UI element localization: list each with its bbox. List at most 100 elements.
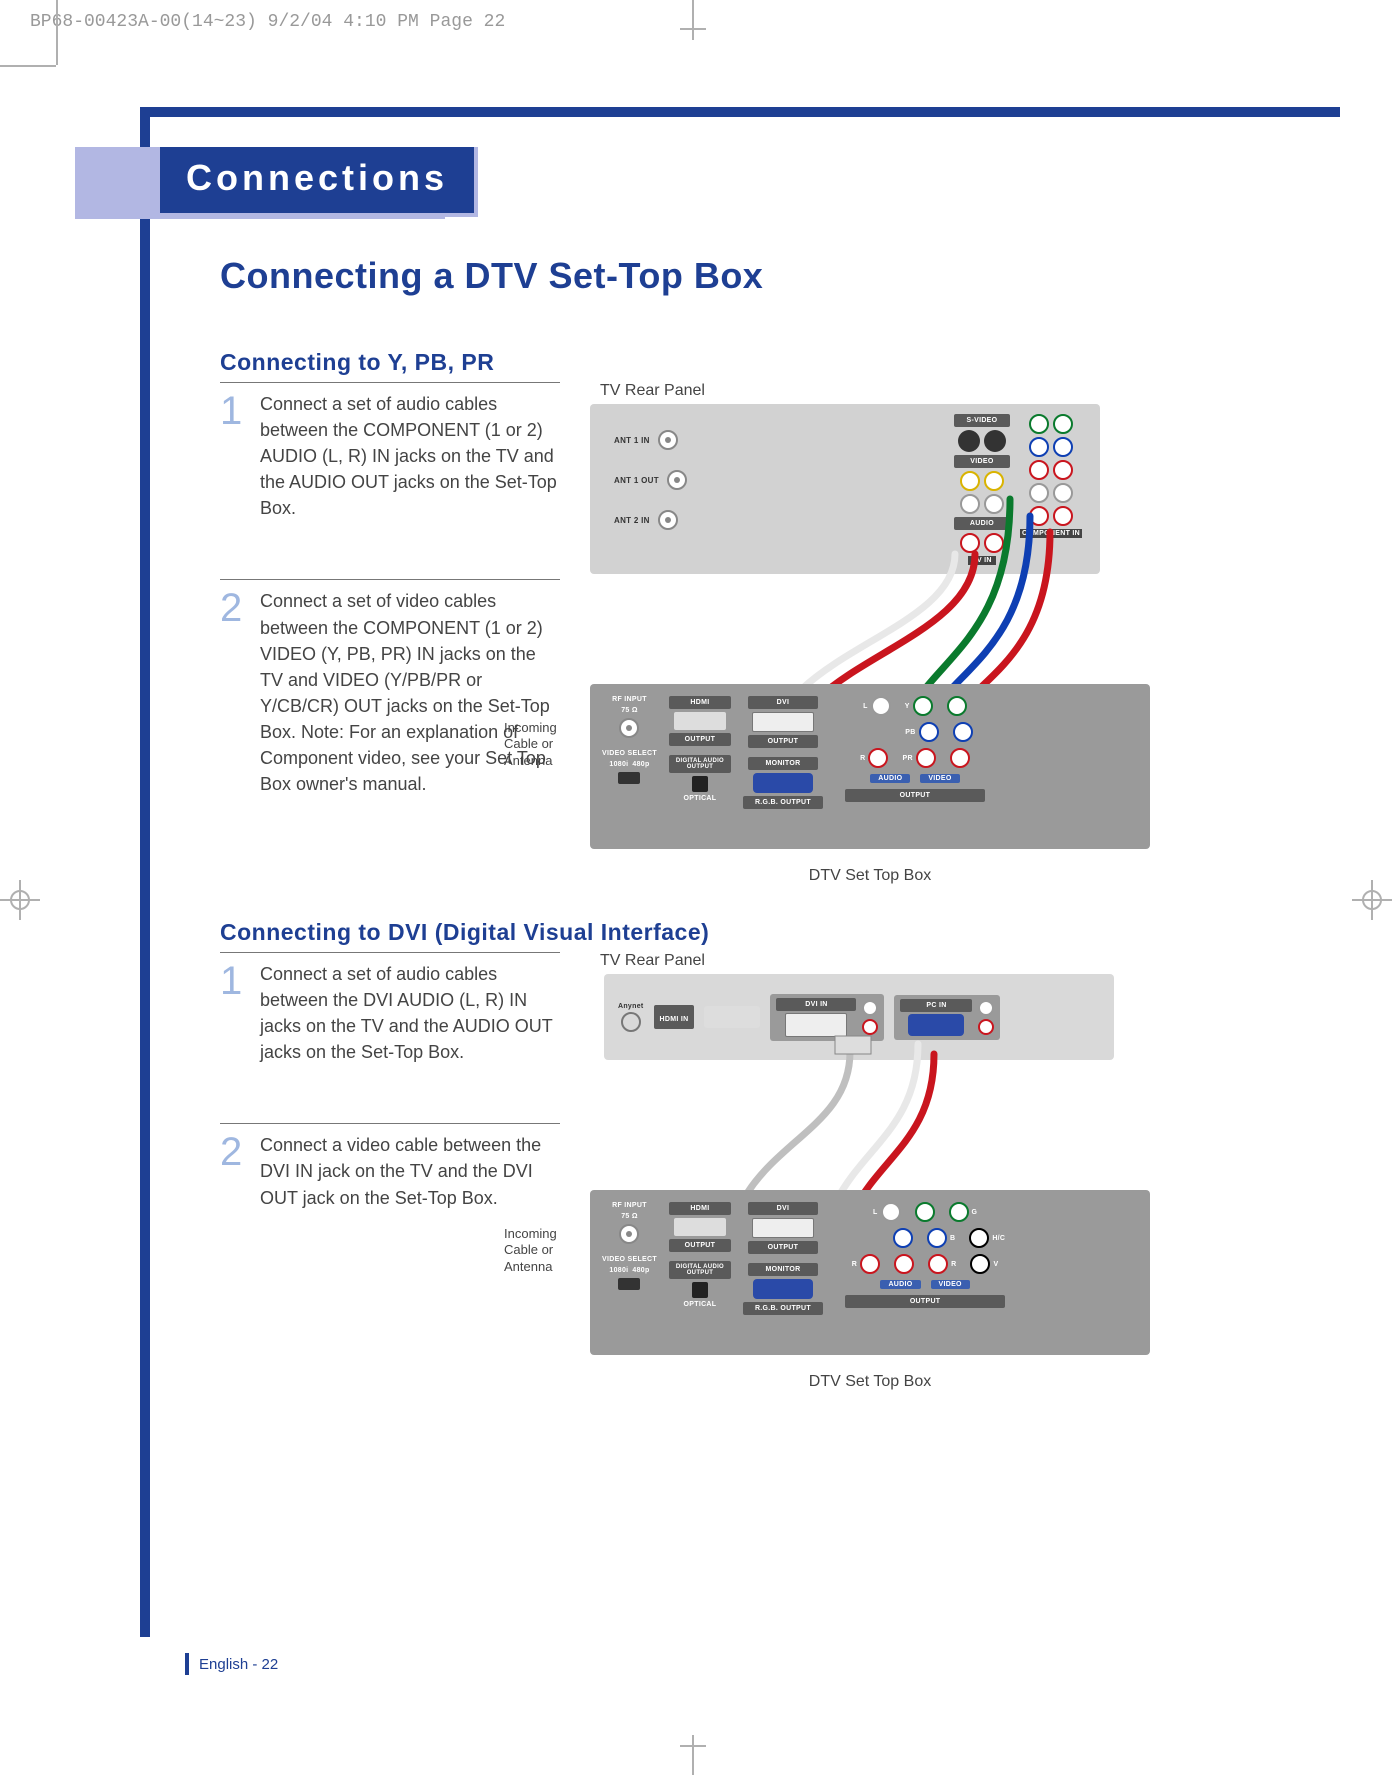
section-tab: Connections [160,147,478,217]
crop-mark-top [680,0,706,42]
stb-audio-l [871,696,891,716]
stb2-g [949,1202,969,1222]
digaud-label-2: DIGITAL AUDIO OUTPUT [669,1261,731,1279]
dvi-label-2: DVI [748,1202,818,1215]
hdmi-port-2 [674,1218,726,1236]
comp-pb-2 [1053,437,1073,457]
page-title: Connecting a DTV Set-Top Box [220,255,1320,297]
stb2-audio-l [881,1202,901,1222]
pc-vga-port [908,1014,964,1036]
dvi-in-group: DVI IN [770,994,884,1041]
stb-r-label: R [860,755,865,762]
comp-y-2 [1053,414,1073,434]
output-label-4: OUTPUT [748,1241,818,1254]
stb-panel-1: Incoming Cable or Antenna RF INPUT 75 Ω … [590,684,1150,849]
subhead-dvi: Connecting to DVI (Digital Visual Interf… [220,919,1320,946]
ant1-label: ANT 1 IN [614,436,650,445]
ant2-jack [658,510,678,530]
comp-r-2 [1053,506,1073,526]
dvi-audio-r [862,1019,878,1035]
incoming-label-2: Incoming Cable or Antenna [504,1226,586,1275]
stb-video-pb [919,722,939,742]
caption-stb-2: DTV Set Top Box [590,1373,1150,1391]
ant1-jack [658,430,678,450]
rgb-label-2: R.G.B. OUTPUT [743,1302,823,1315]
step-4-number: 2 [220,1132,244,1210]
dvi-in-port [785,1013,847,1037]
dvi-port [752,712,814,732]
ant1out-jack [667,470,687,490]
compin-label: COMPONENT IN [1020,529,1082,538]
corner-mark-h [0,65,56,67]
stb2-b [927,1228,947,1248]
av-laudio-1 [960,494,980,514]
step-2: 2 Connect a set of video cables between … [220,579,560,819]
comp-y-1 [1029,414,1049,434]
stb-video-label: VIDEO [920,774,959,783]
footer-bar [185,1653,189,1675]
stb-audio-label: AUDIO [870,774,910,783]
optical-port-2 [692,1282,708,1298]
output-label-2: OUTPUT [748,735,818,748]
ant2-label: ANT 2 IN [614,516,650,525]
av-raudio-1 [960,533,980,553]
av-laudio-2 [984,494,1004,514]
1080-label-2: 1080i [609,1267,628,1274]
hdmi-port [674,712,726,730]
video-select-switch [618,772,640,784]
video-select-switch-2 [618,1278,640,1290]
av-raudio-2 [984,533,1004,553]
comp-pr-1 [1029,460,1049,480]
stb-rgb-r1 [950,748,970,768]
crop-mark-bottom [680,1733,706,1775]
comp-pr-2 [1053,460,1073,480]
stb2-audio-label: AUDIO [880,1280,920,1289]
stb2-v-label: V [993,1261,998,1268]
stb-pr-label: PR [902,755,912,762]
anynet-label: Anynet [618,1003,644,1010]
stb2-l-label: L [873,1209,878,1216]
anynet-jack [621,1012,641,1032]
comp-l-2 [1053,483,1073,503]
step-4: 2 Connect a video cable between the DVI … [220,1123,560,1232]
step-4-text: Connect a video cable between the DVI IN… [260,1132,560,1210]
dvi-port-2 [752,1218,814,1238]
corner-mark-v [56,0,58,65]
comp-pb-1 [1029,437,1049,457]
digaud-label: DIGITAL AUDIO OUTPUT [669,755,731,773]
vidsel-label-2: VIDEO SELECT [602,1256,657,1263]
caption-stb-1: DTV Set Top Box [590,867,1150,885]
steps-column-2: 1 Connect a set of audio cables between … [220,952,560,1233]
svideo-jack-2 [984,430,1006,452]
step-1-text: Connect a set of audio cables between th… [260,391,560,521]
dviin-label: DVI IN [776,998,856,1011]
ant1out-label: ANT 1 OUT [614,476,659,485]
75-label: 75 Ω [621,707,638,714]
registration-mark-left [0,880,40,920]
hdmiin-label: HDMI IN [660,1016,689,1023]
label-tv-rear-1: TV Rear Panel [600,382,1320,400]
print-header: BP68-00423A-00(14~23) 9/2/04 4:10 PM Pag… [30,12,505,32]
incoming-label-1: Incoming Cable or Antenna [504,720,586,769]
svideo-label: S-VIDEO [954,414,1010,427]
svideo-jack [958,430,980,452]
stb2-y [915,1202,935,1222]
pc-in-group: PC IN [894,995,1000,1040]
monitor-label: MONITOR [748,757,818,770]
rf-label-2: RF INPUT [612,1202,647,1209]
vidsel-label: VIDEO SELECT [602,750,657,757]
page-area: Connections Connecting a DTV Set-Top Box… [75,85,1355,1715]
av-video-jack-1 [960,471,980,491]
comp-l-1 [1029,483,1049,503]
stb-audio-r [868,748,888,768]
480-label: 480p [632,761,649,768]
pcin-label: PC IN [900,999,972,1012]
1080-label: 1080i [609,761,628,768]
av-video-jack-2 [984,471,1004,491]
dvi-label: DVI [748,696,818,709]
stb-video-pr [916,748,936,768]
stb2-pr [894,1254,914,1274]
step-3-text: Connect a set of audio cables between th… [260,961,560,1065]
hdmi-label-2: HDMI [669,1202,731,1215]
stb-panel-2: Incoming Cable or Antenna RF INPUT 75 Ω … [590,1190,1150,1355]
